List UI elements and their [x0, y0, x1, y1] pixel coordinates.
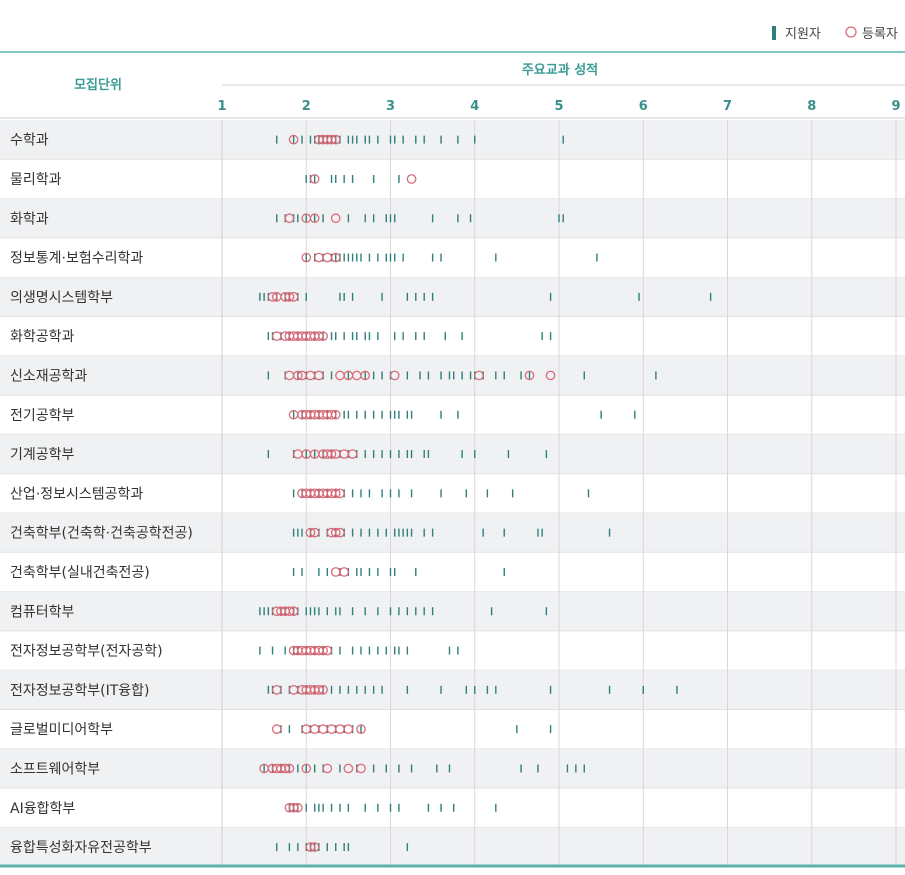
category-label: AI융합학부 — [10, 801, 75, 817]
registrant-circle — [271, 724, 282, 735]
category-label: 전기공학부 — [10, 408, 75, 424]
legend: 지원자 등록자 — [772, 26, 898, 42]
category-label: 건축학부(건축학·건축공학전공) — [10, 526, 193, 542]
category-label: 융합특성화자유전공학부 — [10, 840, 152, 856]
x-tick-labels: 1 2 3 4 5 6 7 8 9 — [217, 99, 900, 114]
registrant-circle — [318, 724, 328, 735]
applicant-registrant-grade-chart: 지원자 등록자 모집단위 주요교과 성적 1 2 3 4 5 6 7 8 9 수학과물리학과화학… — [0, 26, 905, 868]
legend-registrant-label: 등록자 — [862, 27, 898, 42]
x-tick-label: 4 — [470, 99, 479, 114]
x-tick-label: 6 — [639, 99, 648, 114]
row-band — [0, 434, 905, 474]
registrant-circle — [314, 252, 324, 263]
registrant-circle — [326, 724, 337, 735]
category-label: 산업·정보시스템공학과 — [10, 486, 143, 502]
x-tick-label: 3 — [386, 99, 395, 114]
category-label: 신소재공학과 — [10, 368, 87, 384]
category-label: 전자정보공학부(IT융합) — [10, 683, 150, 699]
category-labels: 수학과물리학과화학과정보통계·보험수리학과의생명시스템학부화학공학과신소재공학과… — [10, 133, 193, 856]
category-label: 물리학과 — [10, 172, 62, 188]
registrant-circle — [335, 724, 345, 735]
row-band — [0, 748, 905, 789]
x-tick-label: 2 — [302, 99, 311, 114]
category-label: 정보통계·보험수리학과 — [10, 251, 143, 267]
registrant-circle — [343, 724, 354, 735]
registrant-circle — [322, 252, 333, 263]
row-band — [0, 198, 905, 238]
x-tick-label: 1 — [217, 99, 226, 114]
registrant-circle — [339, 567, 350, 577]
x-tick-label: 5 — [554, 99, 563, 114]
row-band — [0, 355, 905, 396]
category-label: 수학과 — [10, 133, 49, 149]
legend-applicant-swatch — [772, 26, 776, 40]
row-band — [0, 277, 905, 317]
category-label: 글로벌미디어학부 — [10, 722, 113, 738]
x-tick-label: 8 — [807, 99, 816, 114]
category-label: 소프트웨어학부 — [10, 761, 100, 777]
registrant-circle — [406, 174, 417, 184]
registrant-circle — [330, 567, 341, 577]
registrant-circle — [271, 331, 282, 341]
x-tick-label: 9 — [891, 99, 900, 114]
legend-applicant-label: 지원자 — [785, 27, 821, 42]
category-label: 컴퓨터학부 — [10, 604, 75, 620]
category-label: 의생명시스템학부 — [10, 290, 113, 306]
row-band — [0, 591, 905, 631]
category-label: 기계공학부 — [10, 447, 75, 463]
category-label: 화학공학과 — [10, 329, 75, 345]
unit-header: 모집단위 — [74, 77, 122, 93]
axis-title: 주요교과 성적 — [522, 62, 598, 78]
category-label: 전자정보공학부(전자공학) — [10, 644, 163, 660]
x-tick-label: 7 — [723, 99, 732, 114]
legend-registrant-swatch — [845, 26, 857, 38]
row-band — [0, 120, 905, 160]
category-label: 화학과 — [10, 211, 49, 227]
category-label: 건축학부(실내건축전공) — [10, 565, 150, 581]
registrant-circle — [309, 724, 320, 735]
